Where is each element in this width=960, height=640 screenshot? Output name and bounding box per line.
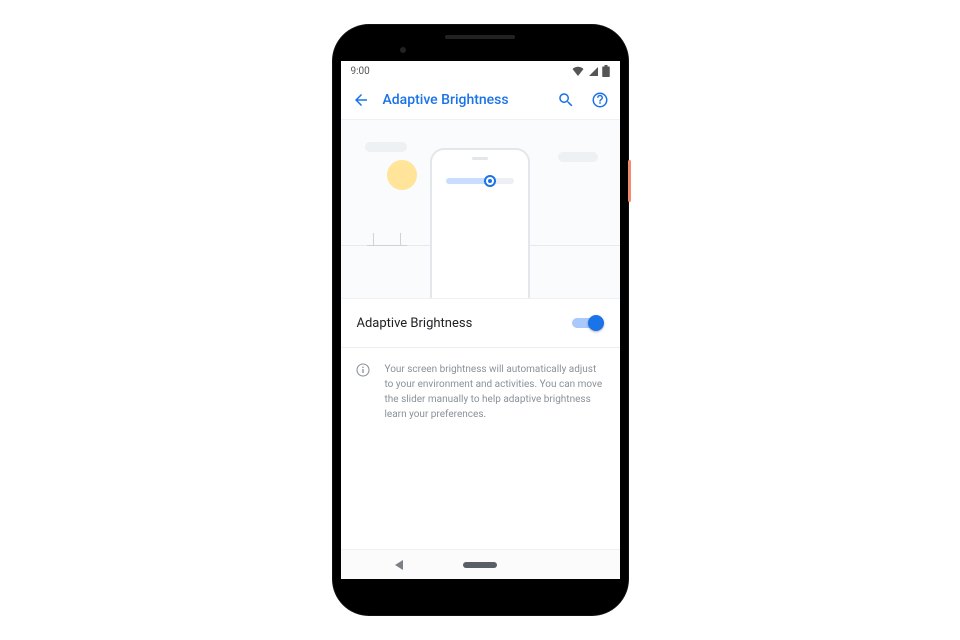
picnic-table-icon <box>367 226 407 246</box>
battery-icon <box>602 65 610 77</box>
adaptive-brightness-toggle[interactable] <box>572 315 604 331</box>
info-row: Your screen brightness will automaticall… <box>341 348 620 422</box>
sun-icon <box>387 160 417 190</box>
illustration-phone <box>430 148 530 298</box>
wifi-icon <box>572 66 584 76</box>
phone-frame: 9:00 Adaptive Brightness <box>333 25 628 615</box>
phone-power-button <box>628 160 631 202</box>
signal-icon <box>588 66 598 76</box>
search-icon <box>557 91 575 109</box>
illustration-slider-thumb <box>484 175 496 187</box>
cloud-icon <box>365 142 407 152</box>
info-text: Your screen brightness will automaticall… <box>385 362 606 422</box>
cloud-icon <box>558 152 598 162</box>
search-button[interactable] <box>554 88 578 112</box>
status-bar: 9:00 <box>341 61 620 81</box>
illustration <box>341 119 620 299</box>
nav-back-button[interactable] <box>395 560 403 570</box>
phone-earpiece <box>445 35 515 39</box>
back-button[interactable] <box>349 88 373 112</box>
help-button[interactable] <box>588 88 612 112</box>
page-title: Adaptive Brightness <box>383 92 544 108</box>
app-bar: Adaptive Brightness <box>341 81 620 119</box>
adaptive-brightness-row[interactable]: Adaptive Brightness <box>341 299 620 347</box>
phone-camera <box>400 47 406 53</box>
setting-label: Adaptive Brightness <box>357 316 473 331</box>
status-icons <box>572 65 610 77</box>
illustration-slider-fill <box>446 178 488 184</box>
illustration-phone-earpiece <box>472 157 488 160</box>
help-icon <box>591 91 609 109</box>
toggle-thumb <box>588 315 604 331</box>
status-time: 9:00 <box>351 66 370 77</box>
screen: 9:00 Adaptive Brightness <box>341 61 620 579</box>
arrow-left-icon <box>352 91 370 109</box>
info-icon <box>355 362 373 422</box>
nav-home-pill[interactable] <box>463 562 497 568</box>
system-nav-bar <box>341 549 620 579</box>
